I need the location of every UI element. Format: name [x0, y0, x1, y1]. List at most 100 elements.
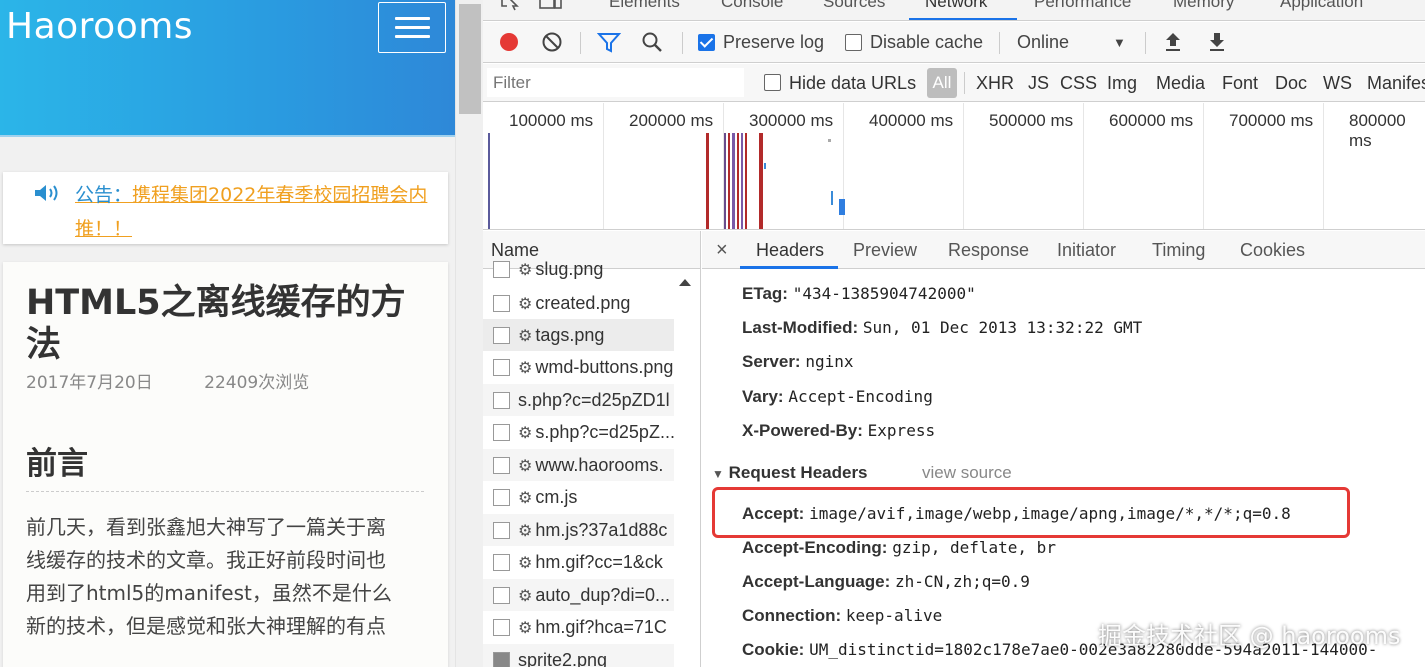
waterfall-bar — [764, 163, 766, 169]
tab-performance[interactable]: Performance — [1034, 0, 1131, 12]
watermark: 掘金技术社区 @ haorooms — [1098, 622, 1401, 650]
tab-sources[interactable]: Sources — [823, 0, 885, 12]
timeline-tick: 200000 ms — [629, 111, 714, 130]
search-button[interactable] — [641, 22, 663, 62]
request-row-selected[interactable]: ⚙ tags.png — [483, 319, 674, 351]
gear-icon: ⚙ — [518, 458, 533, 475]
request-row[interactable]: ⚙ hm.gif?cc=1&ck — [483, 546, 674, 578]
filter-font[interactable]: Font — [1222, 64, 1258, 102]
gear-icon: ⚙ — [518, 262, 533, 279]
page-scrollbar[interactable] — [455, 0, 483, 667]
network-overview-timeline[interactable]: 100000 ms 200000 ms 300000 ms 400000 ms … — [483, 103, 1425, 230]
filter-manifest[interactable]: Manifest — [1367, 64, 1425, 102]
tab-application[interactable]: Application — [1280, 0, 1363, 12]
tab-console[interactable]: Console — [721, 0, 783, 12]
timeline-tick: 800000 ms — [1349, 111, 1406, 150]
site-logo[interactable]: Haorooms — [6, 6, 193, 47]
devtools-panel: Elements Console Sources Network Perform… — [483, 0, 1425, 667]
gear-icon: ⚙ — [518, 296, 533, 313]
request-row[interactable]: ⚙ wmd-buttons.png — [483, 351, 674, 383]
filter-input[interactable] — [487, 68, 744, 97]
tab-cookies[interactable]: Cookies — [1240, 231, 1305, 269]
import-har-button[interactable] — [1163, 22, 1183, 62]
clear-button[interactable] — [541, 22, 563, 62]
throttle-select[interactable]: Online ▼ — [1017, 22, 1127, 62]
tab-headers[interactable]: Headers — [756, 231, 824, 269]
header-row: Server: nginx — [742, 352, 854, 371]
request-row[interactable]: sprite2.png — [483, 644, 674, 667]
header-row: Accept-Encoding: gzip, deflate, br — [742, 538, 1056, 557]
tab-response[interactable]: Response — [948, 231, 1029, 269]
notice-link[interactable]: 公告：携程集团2022年春季校园招聘会内推！！ — [75, 178, 447, 246]
menu-button[interactable] — [378, 2, 446, 53]
view-source-link[interactable]: view source — [922, 463, 1012, 483]
request-row[interactable]: ⚙ slug.png — [483, 253, 674, 285]
record-button[interactable] — [498, 22, 520, 62]
gear-icon: ⚙ — [518, 425, 533, 442]
tab-timing[interactable]: Timing — [1152, 231, 1205, 269]
upload-icon — [1166, 33, 1180, 51]
request-row[interactable]: ⚙ hm.js?37a1d88c — [483, 514, 674, 546]
checkbox-checked[interactable] — [698, 33, 715, 51]
tab-initiator[interactable]: Initiator — [1057, 231, 1116, 269]
clear-icon — [542, 32, 562, 52]
scroll-up-arrow-icon[interactable] — [679, 279, 691, 286]
filter-js[interactable]: JS — [1028, 64, 1049, 102]
inspect-icon[interactable] — [499, 0, 521, 12]
filter-media[interactable]: Media — [1156, 64, 1205, 102]
waterfall-bar — [828, 139, 831, 142]
site-header: Haorooms — [0, 0, 455, 137]
checkbox[interactable] — [845, 33, 862, 51]
hamburger-icon — [395, 17, 430, 20]
request-list: Name ⚙ slug.png ⚙ created.png ⚙ tags.png ⚙ w… — [483, 231, 701, 667]
devtools-tabbar: Elements Console Sources Network Perform… — [483, 0, 1425, 21]
close-icon[interactable]: × — [716, 231, 728, 269]
timeline-tick: 700000 ms — [1229, 111, 1314, 130]
triangle-down-icon: ▼ — [712, 467, 724, 481]
request-row[interactable]: ⚙ s.php?c=d25pZ... — [483, 416, 674, 448]
gear-icon: ⚙ — [518, 620, 533, 637]
waterfall-bar — [724, 133, 726, 229]
record-icon — [500, 33, 518, 51]
disable-cache-checkbox[interactable]: Disable cache — [845, 22, 983, 62]
request-row[interactable]: s.php?c=d25pZD1l — [483, 384, 674, 416]
request-list-scrollbar[interactable] — [674, 269, 700, 667]
article-body: 前几天，看到张鑫旭大神写了一篇关于离 线缓存的技术的文章。我正好前段时间也 用到… — [26, 515, 392, 638]
filter-xhr[interactable]: XHR — [976, 64, 1014, 102]
device-toolbar-icon[interactable] — [539, 0, 563, 12]
header-row: Vary: Accept-Encoding — [742, 387, 933, 406]
request-row[interactable]: ⚙ cm.js — [483, 481, 674, 513]
waterfall-bar — [737, 133, 739, 229]
gear-icon: ⚙ — [518, 360, 533, 377]
filter-ws[interactable]: WS — [1323, 64, 1352, 102]
export-har-button[interactable] — [1207, 22, 1227, 62]
article: HTML5之离线缓存的方法 2017年7月20日 22409次浏览 前言 前几天… — [3, 262, 448, 667]
filter-toggle[interactable] — [597, 22, 621, 62]
tab-memory[interactable]: Memory — [1173, 0, 1234, 12]
filter-css[interactable]: CSS — [1060, 64, 1097, 102]
gear-icon: ⚙ — [518, 555, 533, 572]
divider — [26, 491, 424, 492]
request-row[interactable]: ⚙ created.png — [483, 287, 674, 319]
notice-banner: 公告：携程集团2022年春季校园招聘会内推！！ — [3, 172, 448, 244]
request-headers-section-toggle[interactable]: ▼ Request Headers — [712, 463, 868, 483]
active-tab-indicator — [909, 18, 1017, 20]
timeline-tick: 300000 ms — [749, 111, 834, 130]
header-row: X-Powered-By: Express — [742, 421, 936, 440]
preserve-log-checkbox[interactable]: Preserve log — [698, 22, 824, 62]
section-title: 前言 — [26, 446, 88, 482]
request-row[interactable]: ⚙ auto_dup?di=0... — [483, 579, 674, 611]
request-row[interactable]: ⚙ hm.gif?hca=71C — [483, 611, 674, 643]
request-row[interactable]: ⚙ www.haorooms. — [483, 449, 674, 481]
hide-data-urls-checkbox[interactable]: Hide data URLs — [764, 64, 916, 102]
tab-preview[interactable]: Preview — [853, 231, 917, 269]
tab-elements[interactable]: Elements — [609, 0, 680, 12]
funnel-icon — [597, 33, 621, 53]
filter-img[interactable]: Img — [1107, 64, 1137, 102]
filter-all-button[interactable]: All — [927, 68, 957, 98]
checkbox[interactable] — [764, 74, 781, 91]
tab-network[interactable]: Network — [925, 0, 987, 12]
scrollbar-thumb[interactable] — [459, 4, 481, 114]
waterfall-bar — [732, 133, 735, 229]
filter-doc[interactable]: Doc — [1275, 64, 1307, 102]
